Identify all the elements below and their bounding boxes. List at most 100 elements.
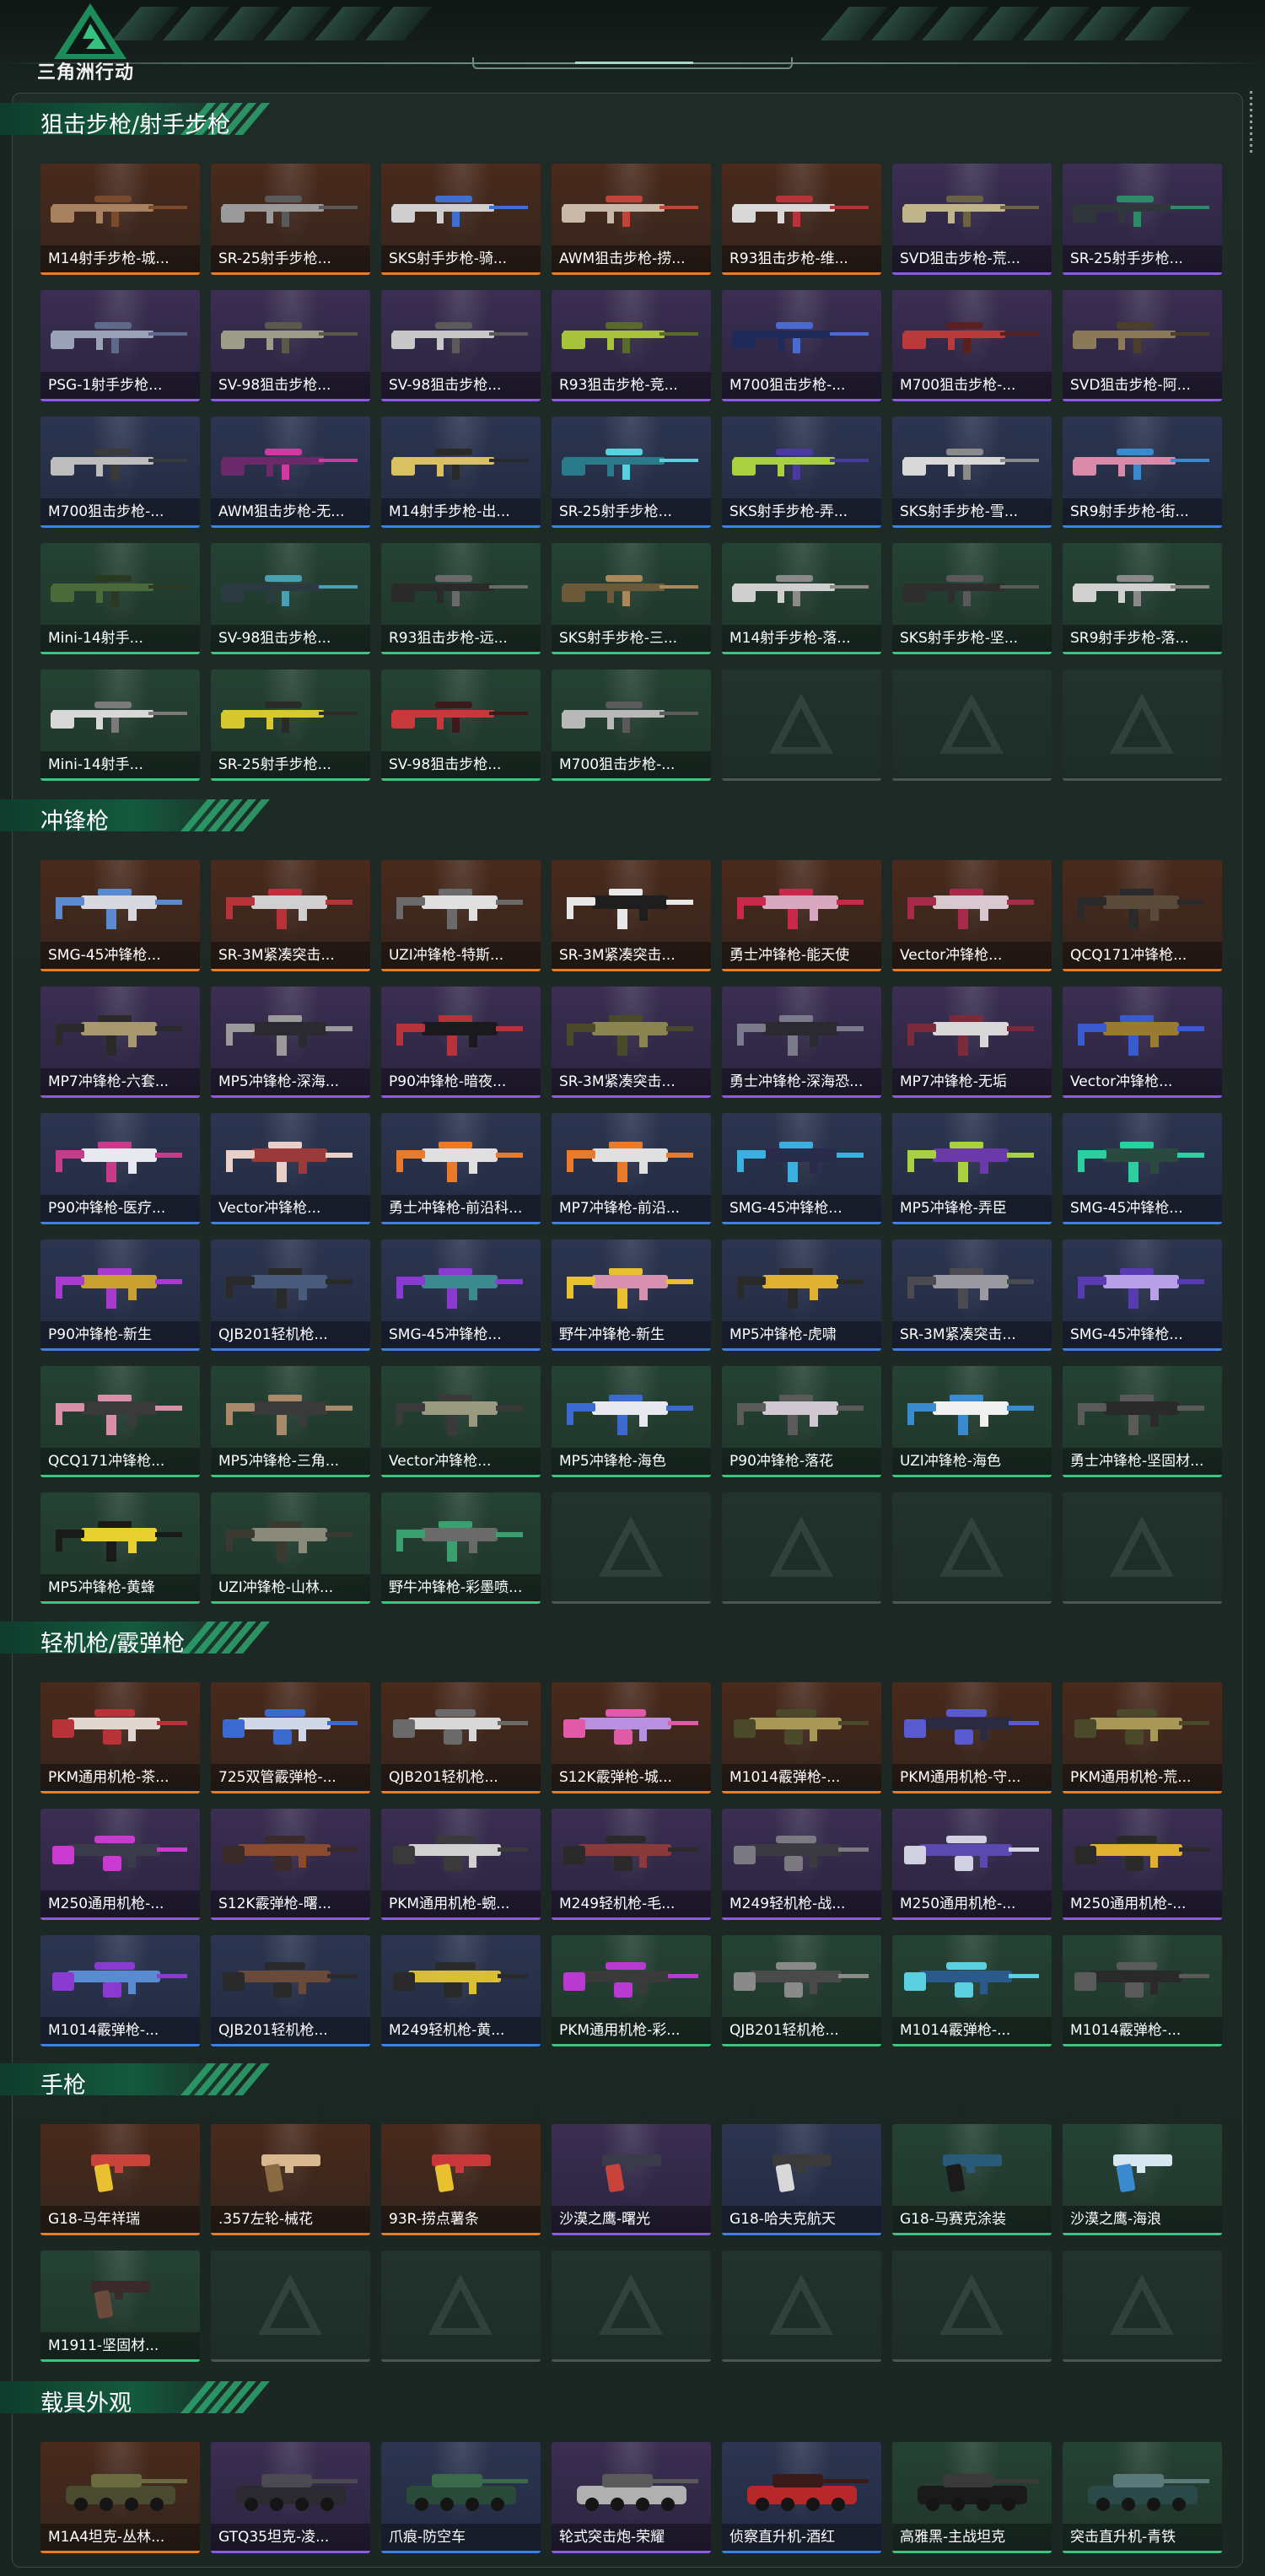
item-card[interactable]: SR-25射手步枪...	[211, 670, 370, 781]
item-card[interactable]: P90冲锋枪-落花	[722, 1366, 881, 1477]
item-card[interactable]: GTQ35坦克-凌...	[211, 2442, 370, 2553]
item-card[interactable]: QCQ171冲锋枪...	[1063, 860, 1222, 971]
item-card[interactable]: M1014霰弹枪-...	[1063, 1935, 1222, 2046]
item-card[interactable]: P90冲锋枪-医疗...	[40, 1113, 200, 1224]
item-card[interactable]: 93R-捞点薯条	[381, 2124, 541, 2235]
item-card[interactable]: SVD狙击步枪-阿...	[1063, 290, 1222, 401]
item-card[interactable]: 勇士冲锋枪-坚固材...	[1063, 1366, 1222, 1477]
item-card[interactable]: M250通用机枪-...	[1063, 1809, 1222, 1920]
item-card[interactable]: R93狙击步枪-远...	[381, 543, 541, 654]
item-card[interactable]: M700狙击步枪-...	[552, 670, 711, 781]
item-card[interactable]: SV-98狙击步枪...	[381, 290, 541, 401]
item-card[interactable]: MP5冲锋枪-三角...	[211, 1366, 370, 1477]
item-card[interactable]: M700狙击步枪-...	[892, 290, 1052, 401]
item-card[interactable]: UZI冲锋枪-山林...	[211, 1492, 370, 1604]
item-card[interactable]: SR9射手步枪-街...	[1063, 417, 1222, 528]
item-card[interactable]: SKS射手步枪-弄...	[722, 417, 881, 528]
item-card[interactable]: MP5冲锋枪-黄蜂	[40, 1492, 200, 1604]
item-card[interactable]: MP5冲锋枪-虎啸	[722, 1240, 881, 1351]
item-card[interactable]: MP5冲锋枪-深海...	[211, 987, 370, 1098]
item-card[interactable]: 野牛冲锋枪-彩墨喷...	[381, 1492, 541, 1604]
item-card[interactable]: PKM通用机枪-荒...	[1063, 1682, 1222, 1794]
item-card[interactable]: M1911-坚固材...	[40, 2251, 200, 2362]
item-card[interactable]: SV-98狙击步枪...	[211, 543, 370, 654]
item-card[interactable]: SR-25射手步枪...	[1063, 164, 1222, 275]
item-card[interactable]: MP7冲锋枪-无垢	[892, 987, 1052, 1098]
item-card[interactable]: PKM通用机枪-茶...	[40, 1682, 200, 1794]
item-card[interactable]: M14射手步枪-城...	[40, 164, 200, 275]
item-card[interactable]: SR-3M紧凑突击...	[211, 860, 370, 971]
item-card[interactable]: PKM通用机枪-蜿...	[381, 1809, 541, 1920]
item-card[interactable]: SR-25射手步枪...	[211, 164, 370, 275]
item-card[interactable]: R93狙击步枪-维...	[722, 164, 881, 275]
item-card[interactable]: AWM狙击步枪-捞...	[552, 164, 711, 275]
item-card[interactable]: QCQ171冲锋枪...	[40, 1366, 200, 1477]
item-card[interactable]: QJB201轻机枪...	[211, 1240, 370, 1351]
item-card[interactable]: M1014霰弹枪-...	[892, 1935, 1052, 2046]
item-card[interactable]: MP7冲锋枪-六套...	[40, 987, 200, 1098]
item-card[interactable]: UZI冲锋枪-特斯...	[381, 860, 541, 971]
item-card[interactable]: 野牛冲锋枪-新生	[552, 1240, 711, 1351]
item-card[interactable]: Vector冲锋枪...	[892, 860, 1052, 971]
item-card[interactable]: SMG-45冲锋枪...	[381, 1240, 541, 1351]
item-card[interactable]: Mini-14射手...	[40, 670, 200, 781]
item-card[interactable]: 爪痕-防空车	[381, 2442, 541, 2553]
item-card[interactable]: Vector冲锋枪...	[211, 1113, 370, 1224]
item-card[interactable]: G18-马年祥瑞	[40, 2124, 200, 2235]
item-card[interactable]: 高雅黑-主战坦克	[892, 2442, 1052, 2553]
item-card[interactable]: 勇士冲锋枪-深海恐...	[722, 987, 881, 1098]
item-card[interactable]: SV-98狙击步枪...	[211, 290, 370, 401]
item-card[interactable]: MP5冲锋枪-海色	[552, 1366, 711, 1477]
item-card[interactable]: S12K霰弹枪-曙...	[211, 1809, 370, 1920]
item-card[interactable]: G18-马赛克涂装	[892, 2124, 1052, 2235]
item-card[interactable]: SR-25射手步枪...	[552, 417, 711, 528]
item-card[interactable]: SMG-45冲锋枪...	[1063, 1240, 1222, 1351]
item-card[interactable]: Vector冲锋枪...	[381, 1366, 541, 1477]
item-card[interactable]: QJB201轻机枪...	[722, 1935, 881, 2046]
item-card[interactable]: M250通用机枪-...	[892, 1809, 1052, 1920]
item-card[interactable]: P90冲锋枪-暗夜...	[381, 987, 541, 1098]
item-card[interactable]: 轮式突击炮-荣耀	[552, 2442, 711, 2553]
item-card[interactable]: M1014霰弹枪-...	[722, 1682, 881, 1794]
item-card[interactable]: G18-哈夫克航天	[722, 2124, 881, 2235]
item-card[interactable]: M14射手步枪-落...	[722, 543, 881, 654]
item-card[interactable]: M250通用机枪-...	[40, 1809, 200, 1920]
item-card[interactable]: SR-3M紧凑突击...	[892, 1240, 1052, 1351]
item-card[interactable]: MP5冲锋枪-弄臣	[892, 1113, 1052, 1224]
item-card[interactable]: AWM狙击步枪-无...	[211, 417, 370, 528]
item-card[interactable]: 侦察直升机-酒红	[722, 2442, 881, 2553]
item-card[interactable]: UZI冲锋枪-海色	[892, 1366, 1052, 1477]
scrollbar[interactable]	[1246, 91, 1258, 167]
item-card[interactable]: M1A4坦克-丛林...	[40, 2442, 200, 2553]
item-card[interactable]: M1014霰弹枪-...	[40, 1935, 200, 2046]
item-card[interactable]: QJB201轻机枪...	[211, 1935, 370, 2046]
item-card[interactable]: SV-98狙击步枪...	[381, 670, 541, 781]
item-card[interactable]: 沙漠之鹰-海浪	[1063, 2124, 1222, 2235]
item-card[interactable]: M249轻机枪-毛...	[552, 1809, 711, 1920]
item-card[interactable]: Mini-14射手...	[40, 543, 200, 654]
item-card[interactable]: 725双管霰弹枪-...	[211, 1682, 370, 1794]
item-card[interactable]: MP7冲锋枪-前沿...	[552, 1113, 711, 1224]
item-card[interactable]: M700狙击步枪-...	[722, 290, 881, 401]
item-card[interactable]: 沙漠之鹰-曙光	[552, 2124, 711, 2235]
item-card[interactable]: SKS射手步枪-雪...	[892, 417, 1052, 528]
item-card[interactable]: SKS射手步枪-坚...	[892, 543, 1052, 654]
item-card[interactable]: 勇士冲锋枪-能天使	[722, 860, 881, 971]
item-card[interactable]: SR-3M紧凑突击...	[552, 987, 711, 1098]
item-card[interactable]: 突击直升机-青铁	[1063, 2442, 1222, 2553]
item-card[interactable]: PKM通用机枪-彩...	[552, 1935, 711, 2046]
item-card[interactable]: M700狙击步枪-...	[40, 417, 200, 528]
item-card[interactable]: SKS射手步枪-三...	[552, 543, 711, 654]
app-logo[interactable]: 三角洲行动	[37, 2, 155, 86]
item-card[interactable]: SMG-45冲锋枪...	[40, 860, 200, 971]
item-card[interactable]: QJB201轻机枪...	[381, 1682, 541, 1794]
item-card[interactable]: SMG-45冲锋枪...	[1063, 1113, 1222, 1224]
item-card[interactable]: PSG-1射手步枪...	[40, 290, 200, 401]
item-card[interactable]: Vector冲锋枪...	[1063, 987, 1222, 1098]
item-card[interactable]: SR-3M紧凑突击...	[552, 860, 711, 971]
item-card[interactable]: R93狙击步枪-竞...	[552, 290, 711, 401]
item-card[interactable]: SMG-45冲锋枪...	[722, 1113, 881, 1224]
item-card[interactable]: 勇士冲锋枪-前沿科...	[381, 1113, 541, 1224]
item-card[interactable]: M14射手步枪-出...	[381, 417, 541, 528]
item-card[interactable]: PKM通用机枪-守...	[892, 1682, 1052, 1794]
